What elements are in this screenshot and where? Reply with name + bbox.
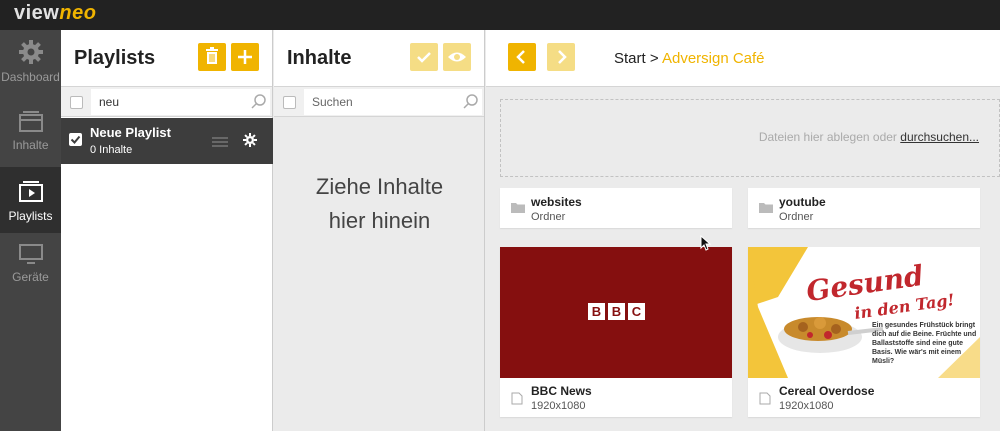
chevron-right-icon xyxy=(558,50,567,64)
gear-icon xyxy=(18,40,43,64)
select-all-checkbox[interactable] xyxy=(70,96,83,109)
drop-hint-line: Ziehe Inhalte xyxy=(315,174,444,199)
add-playlist-button[interactable] xyxy=(231,43,259,71)
folder-name: websites xyxy=(531,195,582,209)
bbc-logo: B B C xyxy=(588,303,645,320)
media-thumbnail: Gesund in den Tag! Ein gesundes Frühstüc… xyxy=(748,247,980,378)
search-icon[interactable] xyxy=(462,93,480,111)
folder-type: Ordner xyxy=(531,211,566,223)
app-logo[interactable]: viewneo xyxy=(14,2,96,25)
media-card[interactable]: Gesund in den Tag! Ein gesundes Frühstüc… xyxy=(748,247,980,417)
check-icon xyxy=(70,135,81,144)
search-icon[interactable] xyxy=(250,93,268,111)
logo-accent: neo xyxy=(59,2,97,24)
breadcrumb-current: Adversign Café xyxy=(661,50,765,67)
chevron-left-icon xyxy=(516,50,525,64)
dropzone-label: Dateien hier ablegen oder xyxy=(758,130,897,144)
monitor-icon xyxy=(18,244,43,264)
folder-type: Ordner xyxy=(779,211,814,223)
media-resolution: 1920x1080 xyxy=(779,400,834,412)
playlists-search-input[interactable] xyxy=(91,89,270,115)
logo-main: view xyxy=(14,2,60,24)
inhalte-search-row xyxy=(274,87,484,117)
playlist-checkbox[interactable] xyxy=(69,133,82,146)
back-button[interactable] xyxy=(508,43,536,71)
upload-dropzone[interactable]: Dateien hier ablegen oder durchsuchen... xyxy=(500,99,1000,177)
sidebar-nav: Dashboard Inhalte Playlists Geräte xyxy=(0,30,61,431)
folder-card[interactable]: websites Ordner xyxy=(500,188,732,228)
breadcrumb: Start > Adversign Café xyxy=(614,50,765,67)
folder-card[interactable]: youtube Ordner xyxy=(748,188,980,228)
mouse-cursor-icon xyxy=(700,235,712,251)
media-thumbnail: B B C xyxy=(500,247,732,378)
folder-icon xyxy=(759,203,773,213)
inhalte-header: Inhalte xyxy=(274,30,484,87)
inbox-icon xyxy=(18,111,43,132)
top-bar: viewneo xyxy=(0,0,1000,30)
inhalte-title: Inhalte xyxy=(287,47,352,69)
nav-label: Playlists xyxy=(8,209,53,223)
file-icon xyxy=(511,392,523,405)
folder-icon xyxy=(511,203,525,213)
file-icon xyxy=(759,392,771,405)
browse-link[interactable]: durchsuchen... xyxy=(900,130,979,144)
content-browser: Start > Adversign Café Dateien hier able… xyxy=(486,30,1000,431)
settings-gear-icon[interactable] xyxy=(243,133,257,147)
nav-item-dashboard[interactable]: Dashboard xyxy=(0,38,61,104)
breadcrumb-separator: > xyxy=(649,50,659,67)
preview-button[interactable] xyxy=(443,43,471,71)
breadcrumb-root[interactable]: Start xyxy=(614,50,646,67)
nav-label: Geräte xyxy=(12,270,49,284)
media-name: Cereal Overdose xyxy=(779,384,875,398)
media-card[interactable]: B B C BBC News 1920x1080 xyxy=(500,247,732,417)
folder-name: youtube xyxy=(779,195,826,209)
playlist-name: Neue Playlist xyxy=(90,125,171,140)
playlists-title: Playlists xyxy=(74,47,156,69)
dropzone-text: Dateien hier ablegen oder durchsuchen... xyxy=(759,130,979,144)
select-all-checkbox[interactable] xyxy=(283,96,296,109)
check-icon xyxy=(417,52,431,63)
playlists-search-row xyxy=(61,87,272,117)
nav-item-playlists[interactable]: Playlists xyxy=(0,167,61,233)
nav-item-geraete[interactable]: Geräte xyxy=(0,242,61,308)
confirm-button[interactable] xyxy=(410,43,438,71)
eye-icon xyxy=(448,52,466,62)
playlist-icon xyxy=(18,181,43,202)
media-resolution: 1920x1080 xyxy=(531,400,586,412)
trash-icon xyxy=(206,47,218,64)
drag-handle-icon[interactable] xyxy=(212,137,228,147)
nav-label: Inhalte xyxy=(12,138,49,152)
nav-label: Dashboard xyxy=(1,70,60,84)
playlist-count: 0 Inhalte xyxy=(90,144,133,156)
thumb-body: Ein gesundes Frühstück bringt dich auf d… xyxy=(872,322,977,365)
content-header: Start > Adversign Café xyxy=(486,30,1000,87)
delete-button[interactable] xyxy=(198,43,226,71)
playlists-panel: Playlists Neue Playlist xyxy=(61,30,273,431)
playlist-item[interactable]: Neue Playlist 0 Inhalte xyxy=(61,118,273,164)
forward-button[interactable] xyxy=(547,43,575,71)
drop-hint-line: hier hinein xyxy=(328,208,431,233)
inhalte-search-input[interactable] xyxy=(304,89,482,115)
drop-hint: Ziehe Inhalte hier hinein xyxy=(274,170,485,238)
playlists-header: Playlists xyxy=(61,30,272,87)
inhalte-panel: Inhalte Ziehe Inhalte hier hinein xyxy=(274,30,485,431)
media-name: BBC News xyxy=(531,384,592,398)
plus-icon xyxy=(238,50,252,64)
